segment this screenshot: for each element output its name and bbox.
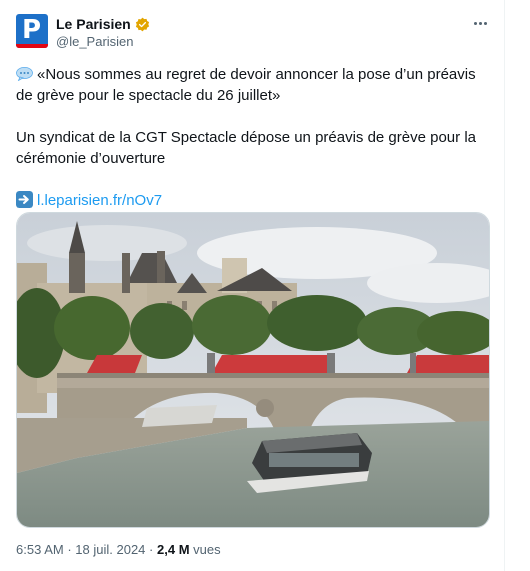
- link-paragraph: l.leparisien.fr/nOv7: [16, 190, 490, 211]
- tweet-text: «Nous sommes au regret de devoir annonce…: [16, 64, 490, 211]
- quote-paragraph: «Nous sommes au regret de devoir annonce…: [16, 64, 490, 106]
- avatar-letter: P: [22, 15, 42, 45]
- article-link[interactable]: l.leparisien.fr/nOv7: [37, 192, 162, 209]
- display-name[interactable]: Le Parisien: [56, 16, 131, 32]
- views-label: vues: [193, 542, 221, 557]
- avatar[interactable]: P: [16, 14, 48, 48]
- avatar-stripe: [16, 44, 48, 48]
- body-paragraph: Un syndicat de la CGT Spectacle dépose u…: [16, 127, 490, 169]
- name-row: Le Parisien: [56, 16, 150, 32]
- handle[interactable]: @le_Parisien: [56, 34, 134, 49]
- seine-bridge-photo: [17, 213, 489, 527]
- body-text: Un syndicat de la CGT Spectacle dépose u…: [16, 129, 476, 167]
- right-arrow-icon: [16, 191, 33, 208]
- tweet-photo[interactable]: [16, 212, 490, 528]
- tweet-time[interactable]: 6:53 AM: [16, 542, 64, 557]
- tweet-meta: 6:53 AM · 18 juil. 2024 · 2,4 M vues: [16, 542, 221, 557]
- meta-separator-2: ·: [149, 542, 154, 557]
- right-margin: [505, 0, 530, 571]
- tweet-date[interactable]: 18 juil. 2024: [75, 542, 145, 557]
- views-count: 2,4 M: [157, 542, 190, 557]
- verified-badge-icon[interactable]: [135, 17, 150, 32]
- more-options-icon[interactable]: [470, 16, 490, 30]
- speech-balloon-icon: [16, 67, 33, 81]
- tweet[interactable]: P Le Parisien @le_Parisien «Nous sommes …: [16, 12, 490, 557]
- quote-text: «Nous sommes au regret de devoir annonce…: [16, 66, 476, 104]
- tweet-header: P Le Parisien @le_Parisien: [16, 12, 490, 52]
- meta-separator: ·: [67, 542, 72, 557]
